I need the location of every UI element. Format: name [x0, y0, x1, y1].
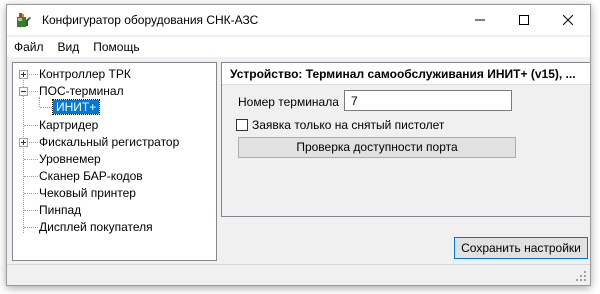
tree-item-label: Уровнемер [39, 152, 101, 166]
device-tree[interactable]: Контроллер ТРК ПОС-терминал ИНИТ+ Картри… [12, 62, 217, 261]
tree-item-label: ИНИТ+ [51, 99, 101, 115]
app-window: Конфигуратор оборудования СНК-АЗС Файл В… [6, 4, 591, 286]
tree-item-label: ПОС-терминал [39, 84, 124, 98]
tree-item-label: Фискальный регистратор [39, 135, 180, 149]
menu-help[interactable]: Помощь [86, 40, 146, 54]
maximize-button[interactable] [502, 5, 546, 35]
tree-item-cardreader[interactable]: Картридер [39, 117, 98, 133]
window-title: Конфигуратор оборудования СНК-АЗС [42, 13, 259, 27]
close-button[interactable] [546, 5, 590, 35]
tree-connector [24, 125, 38, 126]
tree-connector [24, 159, 38, 160]
close-icon [563, 15, 573, 25]
terminal-number-label: Номер терминала [238, 95, 339, 109]
tree-item-level-gauge[interactable]: Уровнемер [39, 151, 101, 167]
minimize-button[interactable] [458, 5, 502, 35]
tree-item-label: Картридер [39, 118, 99, 132]
tree-item-label: Пинпад [39, 203, 82, 217]
title-bar[interactable]: Конфигуратор оборудования СНК-АЗС [7, 5, 590, 35]
menu-view[interactable]: Вид [51, 40, 87, 54]
checkbox-label: Заявка только на снятый пистолет [252, 118, 445, 132]
tree-item-pinpad[interactable]: Пинпад [39, 202, 81, 218]
tree-item-label: Контроллер ТРК [39, 67, 131, 81]
tree-item-init-plus[interactable]: ИНИТ+ [51, 99, 101, 115]
app-icon [17, 13, 31, 27]
status-bar [7, 264, 590, 285]
maximize-icon [519, 15, 529, 25]
expand-icon[interactable] [19, 138, 28, 147]
tree-connector [24, 193, 38, 194]
tree-connector [24, 210, 38, 211]
tree-item-barcode-scanner[interactable]: Сканер БАР-кодов [39, 168, 143, 184]
tree-item-label: Сканер БАР-кодов [39, 169, 143, 183]
tree-item-label: Чековый принтер [39, 186, 136, 200]
menu-bar: Файл Вид Помощь [7, 37, 590, 58]
tree-item-controller-trk[interactable]: Контроллер ТРК [39, 66, 131, 82]
tree-connector [40, 107, 52, 108]
tree-item-fiscal-registrar[interactable]: Фискальный регистратор [39, 134, 179, 150]
minimize-icon [475, 19, 485, 21]
checkbox-row[interactable]: Заявка только на снятый пистолет [236, 118, 444, 132]
panel-header: Устройство: Терминал самообслуживания ИН… [222, 63, 590, 85]
tree-item-customer-display[interactable]: Дисплей покупателя [39, 219, 153, 235]
tree-connector [24, 227, 38, 228]
removed-nozzle-checkbox[interactable] [236, 119, 248, 131]
menu-file[interactable]: Файл [7, 40, 51, 54]
tree-item-label: Дисплей покупателя [39, 220, 153, 234]
tree-connector [23, 73, 24, 233]
tree-item-pos-terminal[interactable]: ПОС-терминал [39, 83, 124, 99]
expand-icon[interactable] [19, 70, 28, 79]
save-settings-button[interactable]: Сохранить настройки [454, 237, 588, 259]
resize-grip-icon[interactable] [575, 270, 587, 282]
tree-connector [24, 176, 38, 177]
device-settings-panel: Устройство: Терминал самообслуживания ИН… [221, 62, 590, 217]
check-port-button[interactable]: Проверка доступности порта [238, 137, 516, 158]
tree-item-receipt-printer[interactable]: Чековый принтер [39, 185, 136, 201]
terminal-number-input[interactable] [344, 90, 512, 111]
collapse-icon[interactable] [19, 87, 28, 96]
